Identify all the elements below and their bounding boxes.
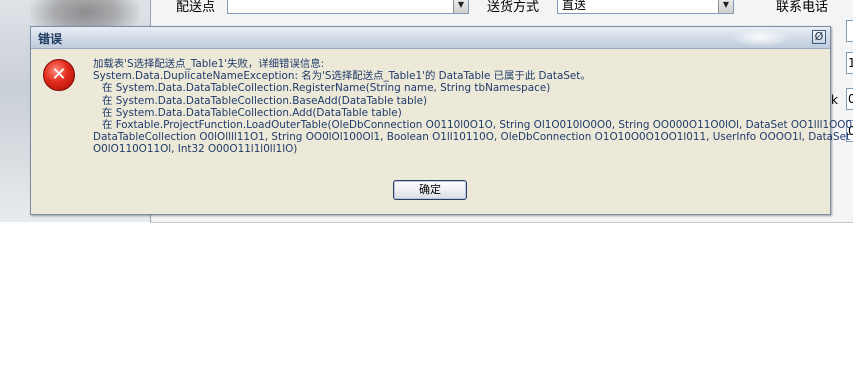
delivery-point-combo[interactable]: ▼ <box>227 0 469 14</box>
delivery-method-combo[interactable]: 直送 ▼ <box>557 0 734 14</box>
message-line: System.Data.DuplicateNameException: 名为'S… <box>93 70 591 83</box>
stack-trace-line: O0lO110O11Ol, Int32 O00O11l1l0ll1lO) <box>93 143 298 156</box>
delivery-method-label: 送货方式 <box>487 0 540 15</box>
message-line: 加载表'S选择配送点_Table1'失败，详细错误信息: <box>93 58 325 70</box>
chevron-down-icon[interactable]: ▼ <box>718 0 733 13</box>
error-dialog: 错误 Ø ✕ 加载表'S选择配送点_Table1'失败，详细错误信息: Syst… <box>30 26 853 215</box>
delivery-method-value: 直送 <box>562 0 587 12</box>
titlebar-logo-decoration <box>731 28 791 47</box>
stack-trace-line: 在 System.Data.DataTableCollection.Add(Da… <box>102 106 402 119</box>
right-field-3[interactable]: 0 <box>846 88 853 110</box>
contact-phone-label: 联系电话 <box>776 0 829 15</box>
error-message: 加载表'S选择配送点_Table1'失败，详细错误信息: System.Data… <box>93 58 853 156</box>
stack-trace-line: 在 System.Data.DataTableCollection.Regist… <box>102 82 551 95</box>
close-button[interactable]: Ø <box>812 30 826 44</box>
error-x-icon: ✕ <box>43 59 75 91</box>
chevron-down-icon[interactable]: ▼ <box>453 0 468 13</box>
dialog-titlebar[interactable]: 错误 Ø <box>31 27 830 49</box>
delivery-point-label: 配送点 <box>176 0 216 15</box>
stack-trace-line: 在 Foxtable.ProjectFunction.LoadOuterTabl… <box>102 119 853 132</box>
right-field-1[interactable] <box>846 20 853 42</box>
stack-trace-line: DataTableCollection O0lOllll11O1, String… <box>93 131 851 144</box>
right-field-2[interactable]: 1 <box>846 52 853 74</box>
stack-trace-line: 在 System.Data.DataTableCollection.BaseAd… <box>102 94 428 107</box>
partial-label: k <box>831 93 838 107</box>
form-bottom-border <box>150 222 853 223</box>
ok-button[interactable]: 确定 <box>393 180 467 200</box>
dialog-title: 错误 <box>38 32 63 46</box>
